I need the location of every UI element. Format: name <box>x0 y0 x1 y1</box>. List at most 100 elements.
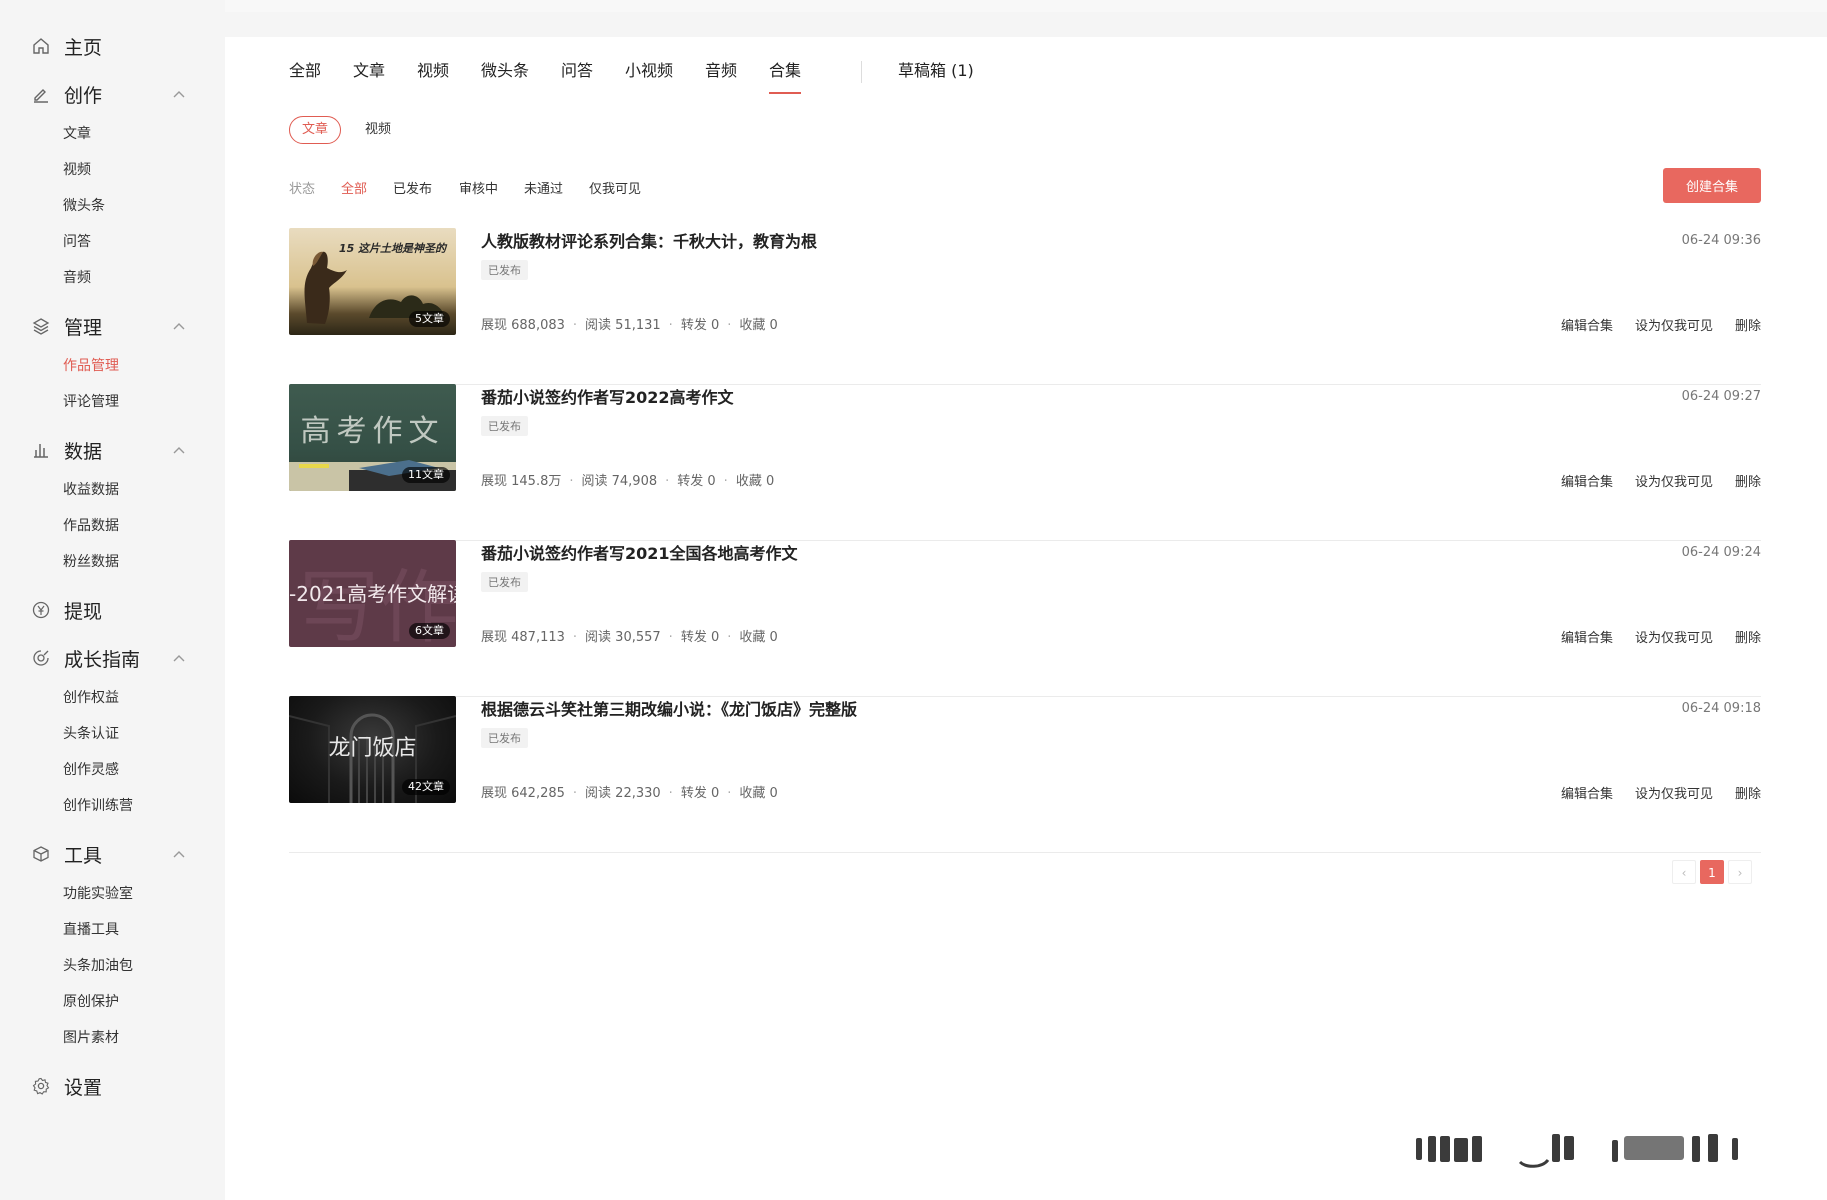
delete-button[interactable]: 删除 <box>1735 787 1761 802</box>
edit-collection-button[interactable]: 编辑合集 <box>1561 631 1613 646</box>
cover-text: 龙门饭店 <box>328 736 417 761</box>
filter-all[interactable]: 全部 <box>341 178 367 197</box>
create-collection-button[interactable]: 创建合集 <box>1663 168 1761 203</box>
collection-stats: 展现 487,113 · 阅读 30,557 · 转发 0 · 收藏 0 <box>481 630 778 645</box>
edit-collection-button[interactable]: 编辑合集 <box>1561 319 1613 334</box>
chevron-up-icon <box>172 847 186 861</box>
set-private-button[interactable]: 设为仅我可见 <box>1635 319 1713 334</box>
sidebar-item-toutiao-verify[interactable]: 头条认证 <box>63 723 119 743</box>
sidebar-item-works-manage[interactable]: 作品管理 <box>63 355 119 375</box>
sidebar-item-image-assets[interactable]: 图片素材 <box>63 1027 119 1047</box>
stat-favorites: 收藏 0 <box>739 630 778 645</box>
stat-impressions: 展现 487,113 <box>481 630 565 645</box>
sidebar-label: 设置 <box>64 1076 103 1099</box>
sidebar-group-tools[interactable]: 工具 <box>32 839 192 869</box>
box-icon <box>32 845 50 863</box>
sidebar-item-qa[interactable]: 问答 <box>63 231 91 251</box>
sidebar-item-audio[interactable]: 音频 <box>63 267 91 287</box>
sidebar-item-video[interactable]: 视频 <box>63 159 91 179</box>
home-icon <box>32 37 50 55</box>
sidebar-item-weitoutiao[interactable]: 微头条 <box>63 195 105 215</box>
cover-text: -2021高考作文解读- <box>289 582 456 606</box>
sidebar-item-training-camp[interactable]: 创作训练营 <box>63 795 133 815</box>
gear-icon <box>32 1077 50 1095</box>
sidebar-group-manage[interactable]: 管理 <box>32 311 192 341</box>
collection-title[interactable]: 番茄小说签约作者写2021全国各地高考作文 <box>481 540 798 564</box>
collection-cover[interactable]: 写作 -2021高考作文解读- 6文章 <box>289 540 456 647</box>
sidebar-item-lab[interactable]: 功能实验室 <box>63 883 133 903</box>
sidebar: 主页 创作 文章 视频 微头条 问答 音频 管理 作品管理 评论管理 数据 收益… <box>0 0 225 1200</box>
yen-icon <box>32 601 50 619</box>
sidebar-item-boost-pack[interactable]: 头条加油包 <box>63 955 133 975</box>
set-private-button[interactable]: 设为仅我可见 <box>1635 787 1713 802</box>
subtab-video[interactable]: 视频 <box>365 116 391 144</box>
sidebar-group-growth[interactable]: 成长指南 <box>32 643 192 673</box>
sidebar-item-fans-data[interactable]: 粉丝数据 <box>63 551 119 571</box>
set-private-button[interactable]: 设为仅我可见 <box>1635 475 1713 490</box>
stat-impressions: 展现 642,285 <box>481 786 565 801</box>
tab-weitoutiao[interactable]: 微头条 <box>481 59 529 83</box>
sidebar-item-live-tools[interactable]: 直播工具 <box>63 919 119 939</box>
item-actions: 编辑合集 设为仅我可见 删除 <box>1539 315 1761 334</box>
tab-qa[interactable]: 问答 <box>561 59 593 83</box>
subtab-article[interactable]: 文章 <box>289 116 342 144</box>
collection-title[interactable]: 根据德云斗笑社第三期改编小说：《龙门饭店》完整版 <box>481 696 857 720</box>
collection-cover[interactable]: 龙门饭店 42文章 <box>289 696 456 803</box>
tab-video[interactable]: 视频 <box>417 59 449 83</box>
sidebar-label: 成长指南 <box>64 648 141 671</box>
set-private-button[interactable]: 设为仅我可见 <box>1635 631 1713 646</box>
tab-all[interactable]: 全部 <box>289 59 321 83</box>
item-actions: 编辑合集 设为仅我可见 删除 <box>1539 783 1761 802</box>
stat-reads: 阅读 22,330 <box>585 786 661 801</box>
compass-icon <box>32 649 50 667</box>
filter-published[interactable]: 已发布 <box>393 178 432 197</box>
next-page-button[interactable]: › <box>1728 860 1752 884</box>
collection-title[interactable]: 番茄小说签约作者写2022高考作文 <box>481 384 734 408</box>
filter-rejected[interactable]: 未通过 <box>524 178 563 197</box>
stat-impressions: 展现 145.8万 <box>481 474 562 489</box>
tab-article[interactable]: 文章 <box>353 59 385 83</box>
sidebar-item-comments-manage[interactable]: 评论管理 <box>63 391 119 411</box>
list-item: 写作 -2021高考作文解读- 6文章 番茄小说签约作者写2021全国各地高考作… <box>289 540 1761 697</box>
stat-shares: 转发 0 <box>677 474 716 489</box>
page-number[interactable]: 1 <box>1700 860 1724 884</box>
sidebar-item-settings[interactable]: 设置 <box>32 1071 192 1101</box>
prev-page-button[interactable]: ‹ <box>1672 860 1696 884</box>
sidebar-item-works-data[interactable]: 作品数据 <box>63 515 119 535</box>
cover-text: 15 这片土地是神圣的 <box>338 242 447 255</box>
tab-audio[interactable]: 音频 <box>705 59 737 83</box>
collection-stats: 展现 145.8万 · 阅读 74,908 · 转发 0 · 收藏 0 <box>481 474 775 489</box>
collection-cover[interactable]: 高考作文 11文章 <box>289 384 456 491</box>
publish-time: 06-24 09:24 <box>1681 545 1761 560</box>
filter-reviewing[interactable]: 审核中 <box>459 178 498 197</box>
delete-button[interactable]: 删除 <box>1735 319 1761 334</box>
tab-short-video[interactable]: 小视频 <box>625 59 673 83</box>
status-badge: 已发布 <box>481 572 528 592</box>
sidebar-item-original-protect[interactable]: 原创保护 <box>63 991 119 1011</box>
tab-collection[interactable]: 合集 <box>769 59 802 94</box>
item-actions: 编辑合集 设为仅我可见 删除 <box>1539 627 1761 646</box>
watermark <box>1416 1134 1738 1168</box>
sidebar-item-withdraw[interactable]: 提现 <box>32 595 192 625</box>
edit-collection-button[interactable]: 编辑合集 <box>1561 787 1613 802</box>
delete-button[interactable]: 删除 <box>1735 475 1761 490</box>
delete-button[interactable]: 删除 <box>1735 631 1761 646</box>
bar-chart-icon <box>32 441 50 459</box>
collection-cover[interactable]: 15 这片土地是神圣的 5文章 <box>289 228 456 335</box>
sidebar-item-home[interactable]: 主页 <box>32 31 192 61</box>
sidebar-item-inspiration[interactable]: 创作灵感 <box>63 759 119 779</box>
tab-drafts[interactable]: 草稿箱 (1) <box>898 59 974 83</box>
sidebar-item-creator-rights[interactable]: 创作权益 <box>63 687 119 707</box>
status-badge: 已发布 <box>481 260 528 280</box>
sidebar-item-revenue-data[interactable]: 收益数据 <box>63 479 119 499</box>
sidebar-group-create[interactable]: 创作 <box>32 79 192 109</box>
sidebar-item-article[interactable]: 文章 <box>63 123 91 143</box>
collection-title[interactable]: 人教版教材评论系列合集：千秋大计，教育为根 <box>481 228 817 252</box>
sidebar-group-data[interactable]: 数据 <box>32 435 192 465</box>
top-strip <box>0 0 1827 12</box>
edit-collection-button[interactable]: 编辑合集 <box>1561 475 1613 490</box>
pen-icon <box>32 85 50 103</box>
stat-shares: 转发 0 <box>680 318 720 333</box>
filter-private[interactable]: 仅我可见 <box>589 178 641 197</box>
list-item: 龙门饭店 42文章 根据德云斗笑社第三期改编小说：《龙门饭店》完整版 已发布 展… <box>289 696 1761 853</box>
